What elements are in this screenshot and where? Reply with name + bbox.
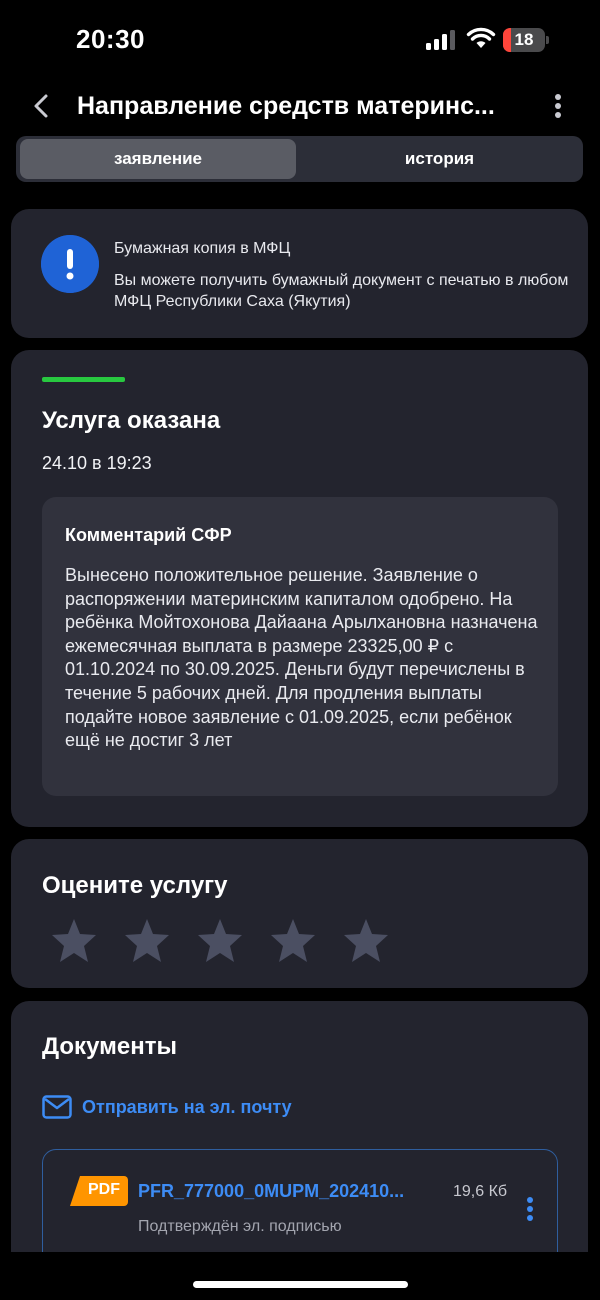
- paper-copy-text: Вы можете получить бумажный документ с п…: [114, 272, 569, 310]
- send-to-email-label[interactable]: Отправить на эл. почту: [82, 1097, 292, 1118]
- document-size: 19,6 Кб: [453, 1183, 508, 1200]
- battery-tip: [546, 36, 549, 44]
- battery-level: 18: [514, 30, 534, 49]
- nav-bar: Направление средств материнс...: [0, 84, 600, 128]
- status-bar: 20:30 18: [0, 0, 600, 80]
- wifi-icon: [466, 27, 496, 48]
- home-strip: [0, 1252, 600, 1300]
- battery-body: 18: [503, 28, 545, 52]
- page-title: Направление средств материнс...: [77, 92, 495, 120]
- document-more-icon[interactable]: [523, 1196, 537, 1222]
- documents-card: Документы Отправить на эл. почту PDF PFR…: [11, 1001, 588, 1289]
- service-status-title: Услуга оказана: [42, 407, 221, 434]
- back-arrow-icon[interactable]: [26, 88, 60, 124]
- service-status-card: Услуга оказана 24.10 в 19:23 Комментарий…: [11, 350, 588, 827]
- segmented-tabs: заявление история: [16, 136, 583, 182]
- battery-indicator: 18: [503, 28, 549, 52]
- status-time: 20:30: [76, 24, 145, 54]
- star-icon-1[interactable]: [49, 916, 99, 964]
- tab-application[interactable]: заявление: [20, 139, 296, 179]
- document-name[interactable]: PFR_777000_0MUPM_202410...: [138, 1181, 443, 1202]
- pdf-label: PDF: [88, 1181, 120, 1198]
- exclamation-icon: [41, 235, 99, 293]
- rate-service-card: Оцените услугу: [11, 839, 588, 988]
- more-vertical-icon[interactable]: [544, 88, 572, 124]
- documents-title: Документы: [42, 1033, 177, 1060]
- comment-text: Вынесено положительное решение. Заявлени…: [65, 565, 538, 751]
- paper-copy-card: Бумажная копия в МФЦ Вы можете получить …: [11, 209, 588, 338]
- comment-title: Комментарий СФР: [65, 525, 232, 545]
- home-indicator[interactable]: [193, 1281, 408, 1288]
- rate-service-title: Оцените услугу: [42, 872, 228, 899]
- cellular-signal-icon: [426, 30, 455, 50]
- paper-copy-title: Бумажная копия в МФЦ: [114, 240, 291, 257]
- status-progress-line: [42, 377, 125, 382]
- sfr-comment-box: Комментарий СФР Вынесено положительное р…: [42, 497, 558, 796]
- star-icon-3[interactable]: [195, 916, 245, 964]
- star-icon-2[interactable]: [122, 916, 172, 964]
- star-icon-5[interactable]: [341, 916, 391, 964]
- envelope-icon: [42, 1095, 72, 1119]
- tab-history[interactable]: история: [300, 139, 579, 179]
- document-signature-status: Подтверждён эл. подписью: [138, 1218, 342, 1235]
- service-status-date: 24.10 в 19:23: [42, 453, 152, 473]
- star-icon-4[interactable]: [268, 916, 318, 964]
